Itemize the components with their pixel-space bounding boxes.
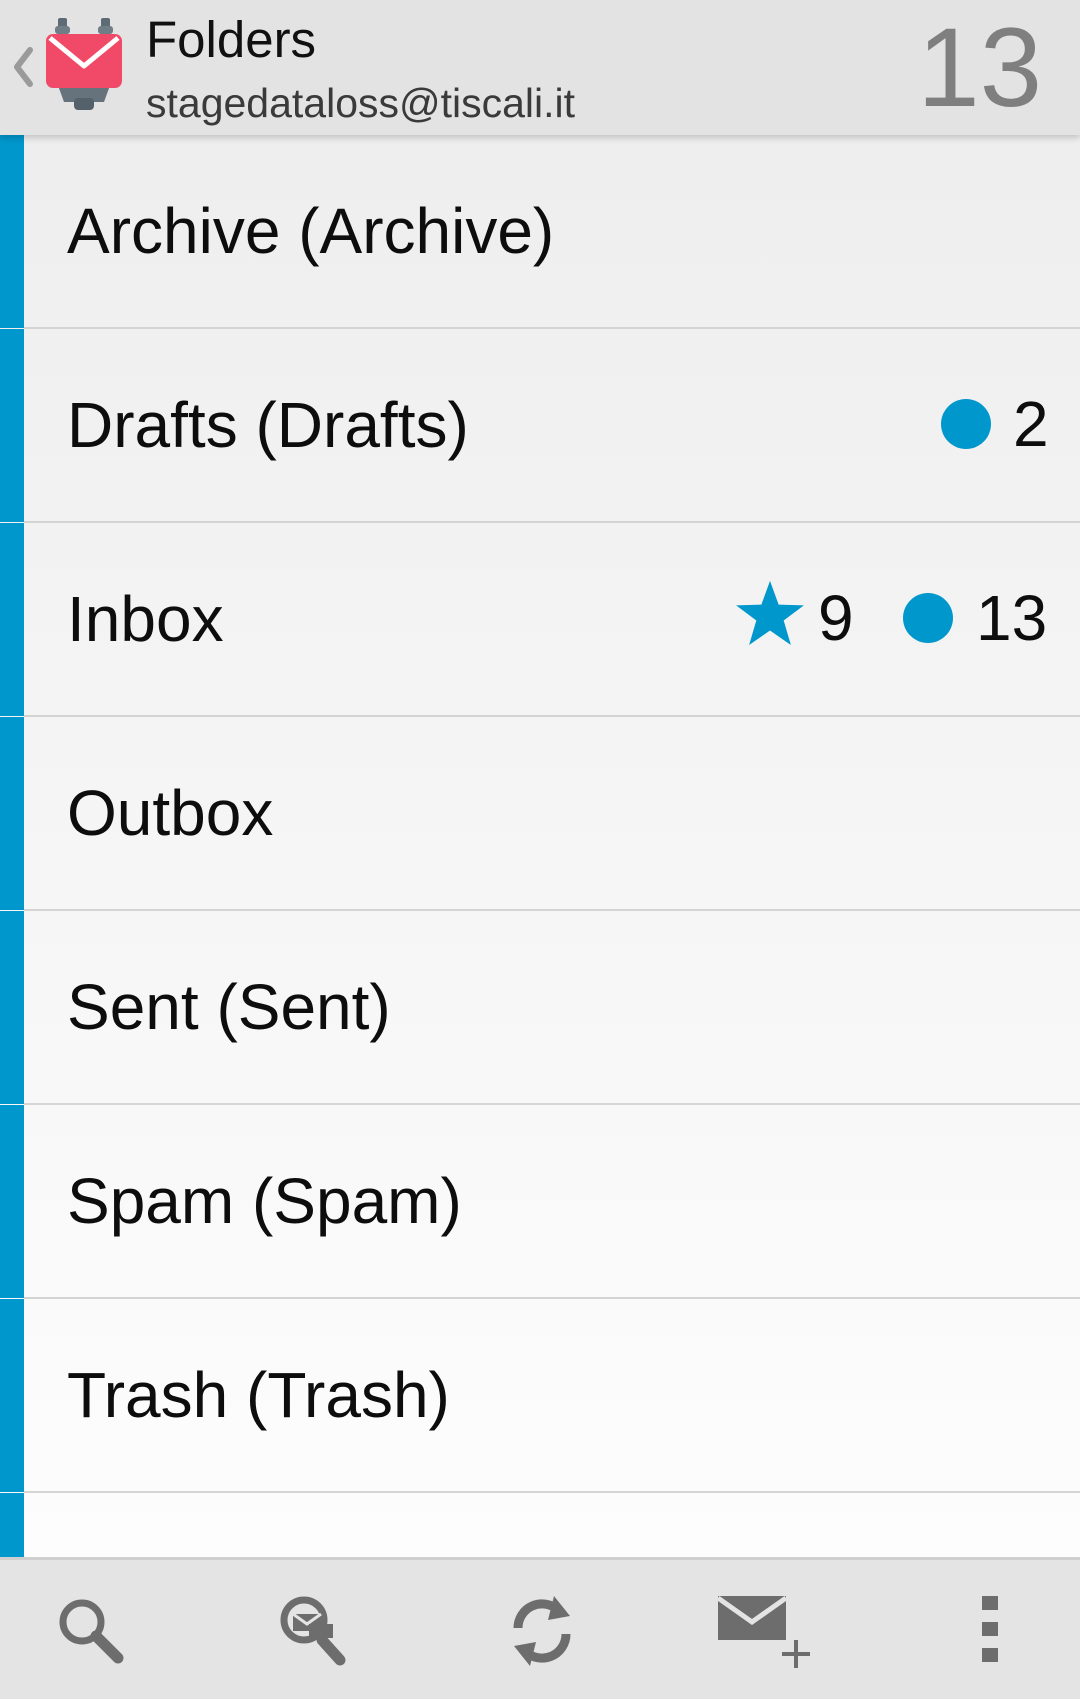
compose-icon	[716, 1595, 810, 1668]
folder-color-chip	[0, 329, 24, 522]
app-logo-icon[interactable]	[44, 18, 124, 110]
unread-total-count: 13	[917, 5, 1042, 130]
unread-dot-icon	[903, 593, 953, 643]
folder-name: Trash (Trash)	[67, 1359, 450, 1431]
folder-row-sent[interactable]: Sent (Sent)	[0, 911, 1080, 1105]
refresh-icon	[513, 1596, 571, 1666]
folder-color-chip	[0, 717, 24, 910]
folder-row-drafts[interactable]: Drafts (Drafts) 2	[0, 329, 1080, 523]
unread-count: 13	[976, 582, 1048, 654]
search-everywhere-icon	[280, 1596, 346, 1666]
folder-row-trash[interactable]: Trash (Trash)	[0, 1299, 1080, 1493]
folder-color-chip	[0, 911, 24, 1104]
overflow-menu-icon	[982, 1596, 998, 1662]
star-icon	[736, 580, 804, 645]
compose-button[interactable]	[714, 1590, 814, 1670]
unread-dot-icon	[941, 399, 991, 449]
bottom-toolbar	[0, 1557, 1080, 1699]
starred-count: 9	[818, 582, 854, 654]
folder-name: Inbox	[67, 583, 224, 655]
up-caret-icon[interactable]	[10, 42, 36, 92]
folder-row-inbox[interactable]: Inbox 9 13	[0, 523, 1080, 717]
search-icon	[59, 1599, 124, 1664]
folder-color-chip	[0, 1299, 24, 1492]
folder-row-outbox[interactable]: Outbox	[0, 717, 1080, 911]
unread-count: 2	[1013, 388, 1049, 460]
folder-row-archive[interactable]: Archive (Archive)	[0, 135, 1080, 329]
refresh-button[interactable]	[500, 1590, 584, 1670]
folder-list: Archive (Archive) Drafts (Drafts) 2 Inbo…	[0, 135, 1080, 1557]
folder-color-chip	[0, 523, 24, 716]
folder-color-chip	[0, 135, 24, 328]
folder-color-chip	[0, 1105, 24, 1298]
search-button[interactable]	[50, 1590, 134, 1670]
account-email: stagedataloss@tiscali.it	[146, 80, 576, 126]
folder-name: Outbox	[67, 777, 274, 849]
page-title: Folders	[146, 11, 317, 68]
folder-row-partial[interactable]	[0, 1493, 1080, 1557]
folder-name: Archive (Archive)	[67, 195, 555, 267]
folder-name: Drafts (Drafts)	[67, 389, 469, 461]
action-bar: Folders stagedataloss@tiscali.it 13	[0, 0, 1080, 135]
folder-name: Sent (Sent)	[67, 971, 391, 1043]
folder-name: Spam (Spam)	[67, 1165, 462, 1237]
folder-row-spam[interactable]: Spam (Spam)	[0, 1105, 1080, 1299]
search-everywhere-button[interactable]	[272, 1590, 356, 1670]
folder-color-chip	[0, 1493, 24, 1557]
overflow-menu-button[interactable]	[976, 1590, 1006, 1670]
